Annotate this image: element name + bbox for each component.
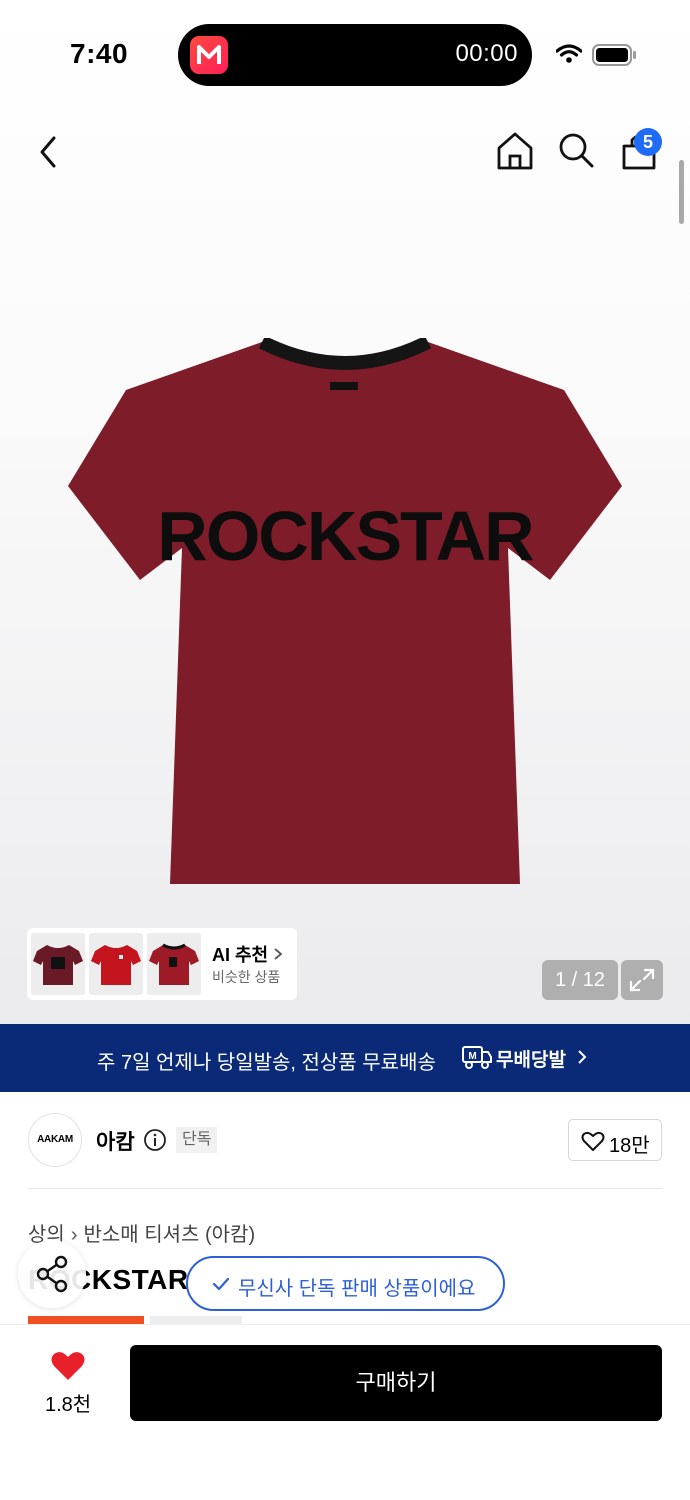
brand-name[interactable]: 아캄: [96, 1126, 135, 1156]
share-button[interactable]: [18, 1240, 86, 1308]
breadcrumb-child[interactable]: 반소매 티셔츠 (아캄): [83, 1224, 255, 1246]
buy-button[interactable]: 구매하기: [130, 1345, 662, 1421]
product-image[interactable]: ROCKSTAR: [66, 338, 624, 888]
svg-text:M: M: [468, 1051, 476, 1062]
wifi-icon: [556, 44, 582, 63]
app-icon: [190, 36, 228, 74]
chevron-right-icon: [274, 948, 283, 960]
ai-recommend-title: AI 추천: [212, 941, 283, 967]
shirt-print-text: ROCKSTAR: [157, 497, 534, 575]
info-icon[interactable]: [143, 1128, 167, 1152]
exclusive-notice-pill: 무신사 단독 판매 상품이에요: [186, 1256, 505, 1311]
brand-like-count: 18만: [609, 1135, 650, 1157]
divider: [28, 1188, 662, 1189]
dynamic-island: 00:00: [178, 24, 532, 86]
search-icon[interactable]: [556, 130, 596, 170]
image-counter: 1 / 12: [542, 960, 618, 1000]
brand-like-button[interactable]: 18만: [568, 1119, 662, 1161]
home-icon[interactable]: [494, 130, 536, 172]
delivery-truck-icon: M: [462, 1046, 492, 1069]
check-icon: [212, 1277, 230, 1291]
exclusive-tag: 단독: [176, 1127, 218, 1153]
battery-icon: [592, 44, 636, 66]
brand-logo[interactable]: AAKAM: [28, 1113, 82, 1167]
exclusive-notice-text: 무신사 단독 판매 상품이에요: [238, 1278, 476, 1300]
recommend-thumbnail[interactable]: [147, 933, 201, 995]
status-time: 7:40: [70, 38, 129, 69]
shipping-brand-label: 무배당발: [496, 1050, 566, 1071]
ai-recommend-subtitle: 비슷한 상품: [212, 969, 281, 985]
expand-icon: [629, 968, 655, 992]
island-timer: 00:00: [455, 40, 518, 67]
chevron-right-icon: [578, 1050, 587, 1064]
recommend-thumbnail[interactable]: [89, 933, 143, 995]
product-like-count: 1.8천: [45, 1394, 92, 1416]
back-icon[interactable]: [30, 132, 66, 172]
scroll-indicator: [679, 160, 684, 224]
product-detail-screen: 7:40 00:00 5 ROCKSTAR AI 추천 비슷한 상품 1 / 1…: [0, 0, 690, 1500]
cart-count-badge: 5: [634, 128, 662, 156]
heart-outline-icon: [581, 1131, 605, 1151]
expand-button[interactable]: [621, 960, 663, 1000]
heart-filled-icon[interactable]: [50, 1350, 86, 1382]
shipping-banner-text: 주 7일 언제나 당일발송, 전상품 무료배송: [97, 1052, 436, 1074]
share-icon: [36, 1255, 68, 1293]
chevron-right-icon: ›: [70, 1224, 78, 1246]
recommend-thumbnail[interactable]: [31, 933, 85, 995]
ai-recommend-card[interactable]: AI 추천 비슷한 상품: [27, 928, 297, 1000]
